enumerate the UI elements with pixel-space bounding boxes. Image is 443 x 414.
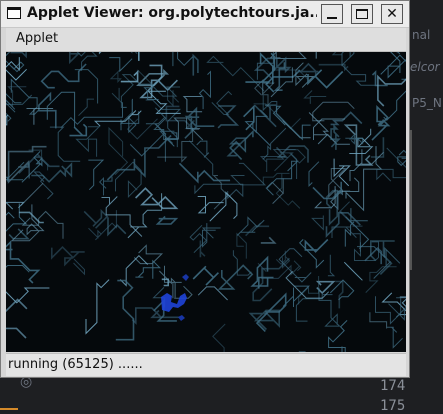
maximize-icon [356,9,368,19]
editor-fold-marker [410,130,418,270]
editor-text-fragment: nal [412,28,431,42]
status-bar: running (65125) ...... [6,353,406,376]
editor-text-fragment: P5_N [412,96,442,110]
editor-line-number: 175 [380,398,406,414]
close-button[interactable]: ✕ [381,4,403,24]
background-editor: nal elcor P5_N [410,0,443,410]
background-editor-bottom: ◎ 174 175 [0,374,410,414]
menu-bar: Applet [6,28,406,52]
minimize-icon [327,17,337,19]
minimize-button[interactable] [321,4,343,24]
close-icon: ✕ [386,6,398,22]
maximize-button[interactable] [351,4,373,24]
window-icon [7,7,21,19]
applet-canvas[interactable] [6,52,406,352]
status-text: running (65125) ...... [8,357,143,372]
menu-applet[interactable]: Applet [16,31,58,46]
applet-viewer-window: Applet Viewer: org.polytechtours.ja... ✕… [0,0,410,378]
circuit-pattern [6,52,406,352]
title-bar[interactable]: Applet Viewer: org.polytechtours.ja... ✕ [1,1,409,28]
window-title: Applet Viewer: org.polytechtours.ja... [27,5,317,21]
editor-line-number: 174 [380,378,406,394]
editor-text-fragment: elcor [410,60,440,74]
